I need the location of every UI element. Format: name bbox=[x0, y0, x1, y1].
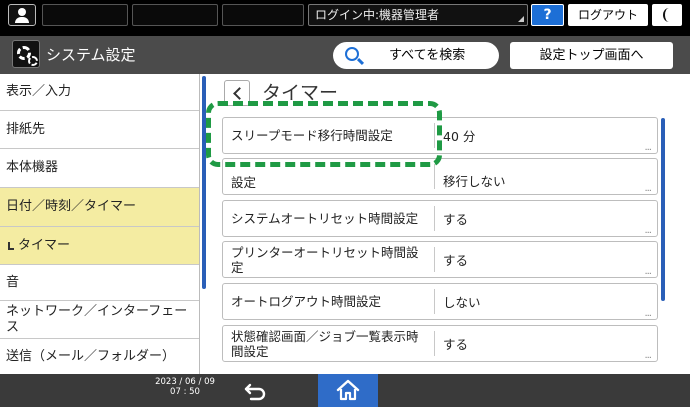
gear-icon bbox=[28, 56, 38, 66]
status-segment bbox=[222, 4, 304, 26]
back-arrow-icon bbox=[244, 383, 266, 401]
setting-name: システムオートリセット時間設定 bbox=[231, 211, 419, 226]
sidebar: 表示／入力 排紙先 本体機器 日付／時刻／タイマー タイマー 音 ネットワーク／… bbox=[0, 74, 200, 374]
sidebar-item-timer[interactable]: タイマー bbox=[0, 227, 199, 265]
home-button[interactable] bbox=[318, 374, 378, 407]
setting-row-status-job-list-display[interactable]: 状態確認画面／ジョブ一覧表示時間設定 する ... bbox=[222, 325, 658, 362]
divider bbox=[434, 289, 435, 314]
more-icon: ... bbox=[644, 266, 651, 277]
status-segment bbox=[132, 4, 218, 26]
setting-row-printer-auto-reset[interactable]: プリンターオートリセット時間設定 する ... bbox=[222, 241, 658, 278]
settings-scrollbar[interactable] bbox=[661, 118, 665, 301]
sidebar-item-output-tray[interactable]: 排紙先 bbox=[0, 111, 199, 149]
sidebar-scrollbar[interactable] bbox=[202, 76, 206, 289]
setting-name: 状態確認画面／ジョブ一覧表示時間設定 bbox=[231, 328, 419, 359]
setting-value: する bbox=[443, 212, 469, 227]
sidebar-item-machine[interactable]: 本体機器 bbox=[0, 149, 199, 188]
setting-name: オートログアウト時間設定 bbox=[231, 294, 382, 309]
setting-name: プリンターオートリセット時間設定 bbox=[231, 244, 419, 275]
user-icon[interactable] bbox=[8, 4, 36, 26]
more-icon: ... bbox=[644, 183, 651, 194]
sidebar-item-send-mail-folder[interactable]: 送信（メール／フォルダー） bbox=[0, 339, 199, 374]
more-icon: ... bbox=[644, 308, 651, 319]
setting-value: する bbox=[443, 337, 469, 352]
sidebar-item-label: 日付／時刻／タイマー bbox=[6, 199, 137, 214]
divider bbox=[434, 247, 435, 272]
status-segment bbox=[42, 4, 128, 26]
sidebar-item-label: 送信（メール／フォルダー） bbox=[6, 349, 176, 364]
bottom-bar: 2023 / 06 / 09 07 : 50 bbox=[0, 374, 690, 407]
logout-button[interactable]: ログアウト bbox=[568, 4, 648, 26]
title-bar: システム設定 すべてを検索 設定トップ画面へ bbox=[0, 36, 690, 74]
sidebar-item-network-interface[interactable]: ネットワーク／インターフェース bbox=[0, 301, 199, 339]
status-bar: ログイン中:機器管理者 ? ログアウト bbox=[0, 0, 690, 36]
sub-item-marker-icon bbox=[8, 241, 14, 250]
callout-highlight-box bbox=[206, 101, 442, 167]
search-all-label: すべてを検索 bbox=[389, 48, 466, 63]
more-icon: ... bbox=[644, 225, 651, 236]
clock: 2023 / 06 / 09 07 : 50 bbox=[150, 377, 220, 397]
setting-row-system-auto-reset[interactable]: システムオートリセット時間設定 する ... bbox=[222, 200, 658, 237]
login-status-text: ログイン中:機器管理者 bbox=[315, 8, 440, 22]
setting-value: 40 分 bbox=[443, 129, 476, 144]
settings-top-button[interactable]: 設定トップ画面へ bbox=[510, 42, 673, 69]
setting-row-auto-logout[interactable]: オートログアウト時間設定 しない ... bbox=[222, 283, 658, 320]
more-icon: ... bbox=[644, 142, 651, 153]
home-icon bbox=[336, 379, 360, 401]
setting-value: 移行しない bbox=[443, 174, 506, 189]
system-settings-icon bbox=[12, 40, 40, 68]
search-icon bbox=[345, 47, 359, 61]
sidebar-item-label: 音 bbox=[6, 274, 20, 290]
page-title: システム設定 bbox=[46, 46, 136, 64]
expand-corner-icon bbox=[518, 16, 524, 22]
search-all-button[interactable]: すべてを検索 bbox=[333, 42, 499, 69]
sidebar-item-date-time-timer[interactable]: 日付／時刻／タイマー bbox=[0, 188, 199, 227]
sidebar-item-sound[interactable]: 音 bbox=[0, 265, 199, 301]
sidebar-item-label: タイマー bbox=[18, 237, 71, 253]
back-button[interactable] bbox=[226, 374, 286, 407]
setting-value: しない bbox=[443, 295, 481, 310]
clock-time: 07 : 50 bbox=[170, 387, 200, 397]
more-icon: ... bbox=[644, 350, 651, 361]
sidebar-item-display-input[interactable]: 表示／入力 bbox=[0, 74, 199, 111]
divider bbox=[434, 164, 435, 189]
sidebar-item-label: 表示／入力 bbox=[6, 84, 72, 99]
status-toggle-button[interactable] bbox=[652, 4, 682, 26]
setting-value: する bbox=[443, 253, 469, 268]
divider bbox=[434, 331, 435, 356]
clock-date: 2023 / 06 / 09 bbox=[155, 377, 215, 387]
sidebar-item-label: 排紙先 bbox=[6, 121, 46, 137]
help-button[interactable]: ? bbox=[531, 4, 564, 26]
sidebar-item-label: 本体機器 bbox=[6, 160, 59, 175]
divider bbox=[434, 206, 435, 231]
login-status[interactable]: ログイン中:機器管理者 bbox=[308, 4, 528, 26]
sidebar-item-label: ネットワーク／インターフェース bbox=[6, 303, 188, 335]
